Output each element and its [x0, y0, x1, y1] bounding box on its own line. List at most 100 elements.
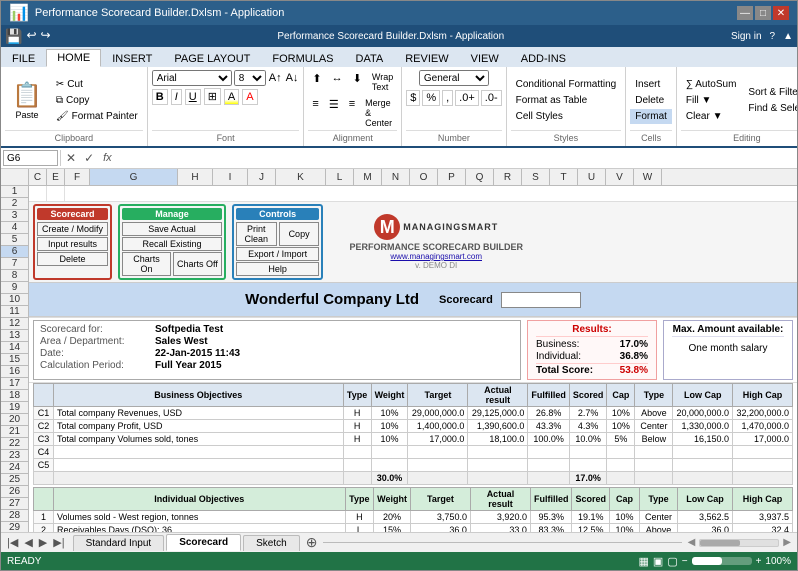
align-middle-btn[interactable]: ↔ — [328, 70, 347, 94]
fill-btn[interactable]: Fill ▼ — [681, 93, 742, 108]
col-header-f[interactable]: F — [65, 169, 90, 185]
col-header-k[interactable]: K — [276, 169, 326, 185]
io-2-desc[interactable]: Receivables Days (DSO): 36 — [54, 524, 346, 533]
maximize-btn[interactable]: □ — [755, 6, 771, 20]
bo-c2-desc[interactable]: Total company Profit, USD — [54, 420, 344, 433]
align-right-btn[interactable]: ≡ — [345, 96, 359, 130]
view-pagebreak-btn[interactable]: ▢ — [667, 555, 677, 568]
paste-btn[interactable]: 📋 Paste — [5, 76, 49, 125]
format-painter-btn[interactable]: 🖌 Format Painter — [51, 109, 143, 124]
col-header-r[interactable]: R — [494, 169, 522, 185]
recall-existing-btn[interactable]: Recall Existing — [122, 237, 222, 251]
tab-page-layout[interactable]: PAGE LAYOUT — [163, 50, 261, 67]
zoom-slider[interactable] — [692, 557, 752, 565]
currency-btn[interactable]: $ — [406, 90, 420, 106]
sheet-tab-standard-input[interactable]: Standard Input — [73, 535, 165, 551]
cell-r1-rest[interactable] — [65, 186, 797, 201]
save-qat-btn[interactable]: 💾 — [5, 28, 22, 45]
bold-btn[interactable]: B — [152, 89, 168, 105]
col-header-g[interactable]: G — [90, 169, 178, 185]
wrap-text-btn[interactable]: Wrap Text — [368, 70, 397, 94]
h-scrollbar[interactable] — [699, 539, 779, 547]
col-header-e[interactable]: E — [47, 169, 65, 185]
copy-btn[interactable]: ⧉ Copy — [51, 93, 143, 108]
align-top-btn[interactable]: ⬆ — [308, 70, 325, 94]
fill-color-btn[interactable]: A — [224, 89, 239, 105]
italic-btn[interactable]: I — [171, 89, 182, 105]
find-btn[interactable]: Find & Select — [743, 101, 798, 116]
tab-review[interactable]: REVIEW — [394, 50, 459, 67]
tab-insert[interactable]: INSERT — [101, 50, 163, 67]
view-layout-btn[interactable]: ▣ — [653, 555, 663, 568]
increase-font-btn[interactable]: A↑ — [268, 71, 283, 85]
col-header-i[interactable]: I — [213, 169, 248, 185]
number-format-select[interactable]: General — [419, 70, 489, 86]
dec-decrease-btn[interactable]: .0- — [481, 90, 502, 106]
col-header-l[interactable]: L — [326, 169, 354, 185]
redo-qat-btn[interactable]: ↪ — [41, 28, 51, 45]
col-header-o[interactable]: O — [410, 169, 438, 185]
input-results-btn[interactable]: Input results — [37, 237, 108, 251]
bo-c4-desc[interactable] — [54, 446, 344, 459]
conditional-format-btn[interactable]: Conditional Formatting — [511, 77, 622, 92]
zoom-out-btn[interactable]: − — [682, 556, 688, 567]
align-left-btn[interactable]: ≡ — [308, 96, 322, 130]
col-header-m[interactable]: M — [354, 169, 382, 185]
h-scrollbar-thumb[interactable] — [700, 540, 740, 546]
close-btn[interactable]: ✕ — [773, 6, 789, 20]
col-header-v[interactable]: V — [606, 169, 634, 185]
col-header-c[interactable]: C — [29, 169, 47, 185]
sheet-nav-first[interactable]: |◀ — [5, 536, 20, 549]
sign-in-btn[interactable]: Sign in — [731, 31, 762, 42]
format-as-table-btn[interactable]: Format as Table — [511, 93, 622, 108]
create-modify-btn[interactable]: Create / Modify — [37, 222, 108, 236]
minimize-ribbon-btn[interactable]: ▲ — [783, 31, 793, 42]
scorecard-name-input[interactable] — [501, 292, 581, 308]
clear-btn[interactable]: Clear ▼ — [681, 109, 742, 124]
help-btn[interactable]: ? — [770, 31, 776, 42]
function-confirm-btn[interactable]: ✓ — [81, 151, 97, 165]
help-controls-btn[interactable]: Help — [236, 262, 320, 276]
col-header-t[interactable]: T — [550, 169, 578, 185]
insert-cells-btn[interactable]: Insert — [630, 77, 672, 92]
export-import-btn[interactable]: Export / Import — [236, 247, 320, 261]
comma-btn[interactable]: , — [442, 90, 453, 106]
cut-btn[interactable]: ✂ Cut — [51, 77, 143, 92]
io-1-desc[interactable]: Volumes sold - West region, tonnes — [54, 511, 346, 524]
delete-btn[interactable]: Delete — [37, 252, 108, 266]
align-bottom-btn[interactable]: ⬇ — [349, 70, 366, 94]
minimize-btn[interactable]: — — [737, 6, 753, 20]
dec-increase-btn[interactable]: .0+ — [455, 90, 479, 106]
align-center-btn[interactable]: ☰ — [325, 96, 343, 130]
sheet-nav-next[interactable]: ▶ — [37, 536, 49, 549]
font-name-select[interactable]: Arial — [152, 70, 232, 86]
col-header-u[interactable]: U — [578, 169, 606, 185]
merge-center-btn[interactable]: Merge & Center — [361, 96, 397, 130]
autosum-btn[interactable]: ∑ AutoSum — [681, 77, 742, 92]
underline-btn[interactable]: U — [185, 89, 201, 105]
charts-on-btn[interactable]: Charts On — [122, 252, 171, 276]
delete-cells-btn[interactable]: Delete — [630, 93, 672, 108]
font-size-select[interactable]: 8 — [234, 70, 266, 86]
undo-qat-btn[interactable]: ↩ — [26, 28, 36, 45]
function-cancel-btn[interactable]: ✕ — [63, 151, 79, 165]
col-header-h[interactable]: H — [178, 169, 213, 185]
sheet-nav-prev[interactable]: ◀ — [22, 536, 34, 549]
font-color-btn[interactable]: A — [242, 89, 257, 105]
tab-formulas[interactable]: FORMULAS — [261, 50, 344, 67]
col-header-q[interactable]: Q — [466, 169, 494, 185]
charts-off-btn[interactable]: Charts Off — [173, 252, 222, 276]
print-clean-btn[interactable]: Print Clean — [236, 222, 277, 246]
bo-c3-desc[interactable]: Total company Volumes sold, tones — [54, 433, 344, 446]
tab-data[interactable]: DATA — [345, 50, 395, 67]
tab-view[interactable]: VIEW — [460, 50, 510, 67]
col-header-w[interactable]: W — [634, 169, 662, 185]
name-box[interactable] — [3, 150, 58, 166]
copy-btn2[interactable]: Copy — [279, 222, 320, 246]
add-sheet-btn[interactable]: ⊕ — [300, 534, 324, 551]
sheet-nav-last[interactable]: ▶| — [51, 536, 66, 549]
format-cells-btn[interactable]: Format — [630, 109, 672, 124]
percent-btn[interactable]: % — [422, 90, 440, 106]
col-header-s[interactable]: S — [522, 169, 550, 185]
bo-c1-desc[interactable]: Total company Revenues, USD — [54, 407, 344, 420]
